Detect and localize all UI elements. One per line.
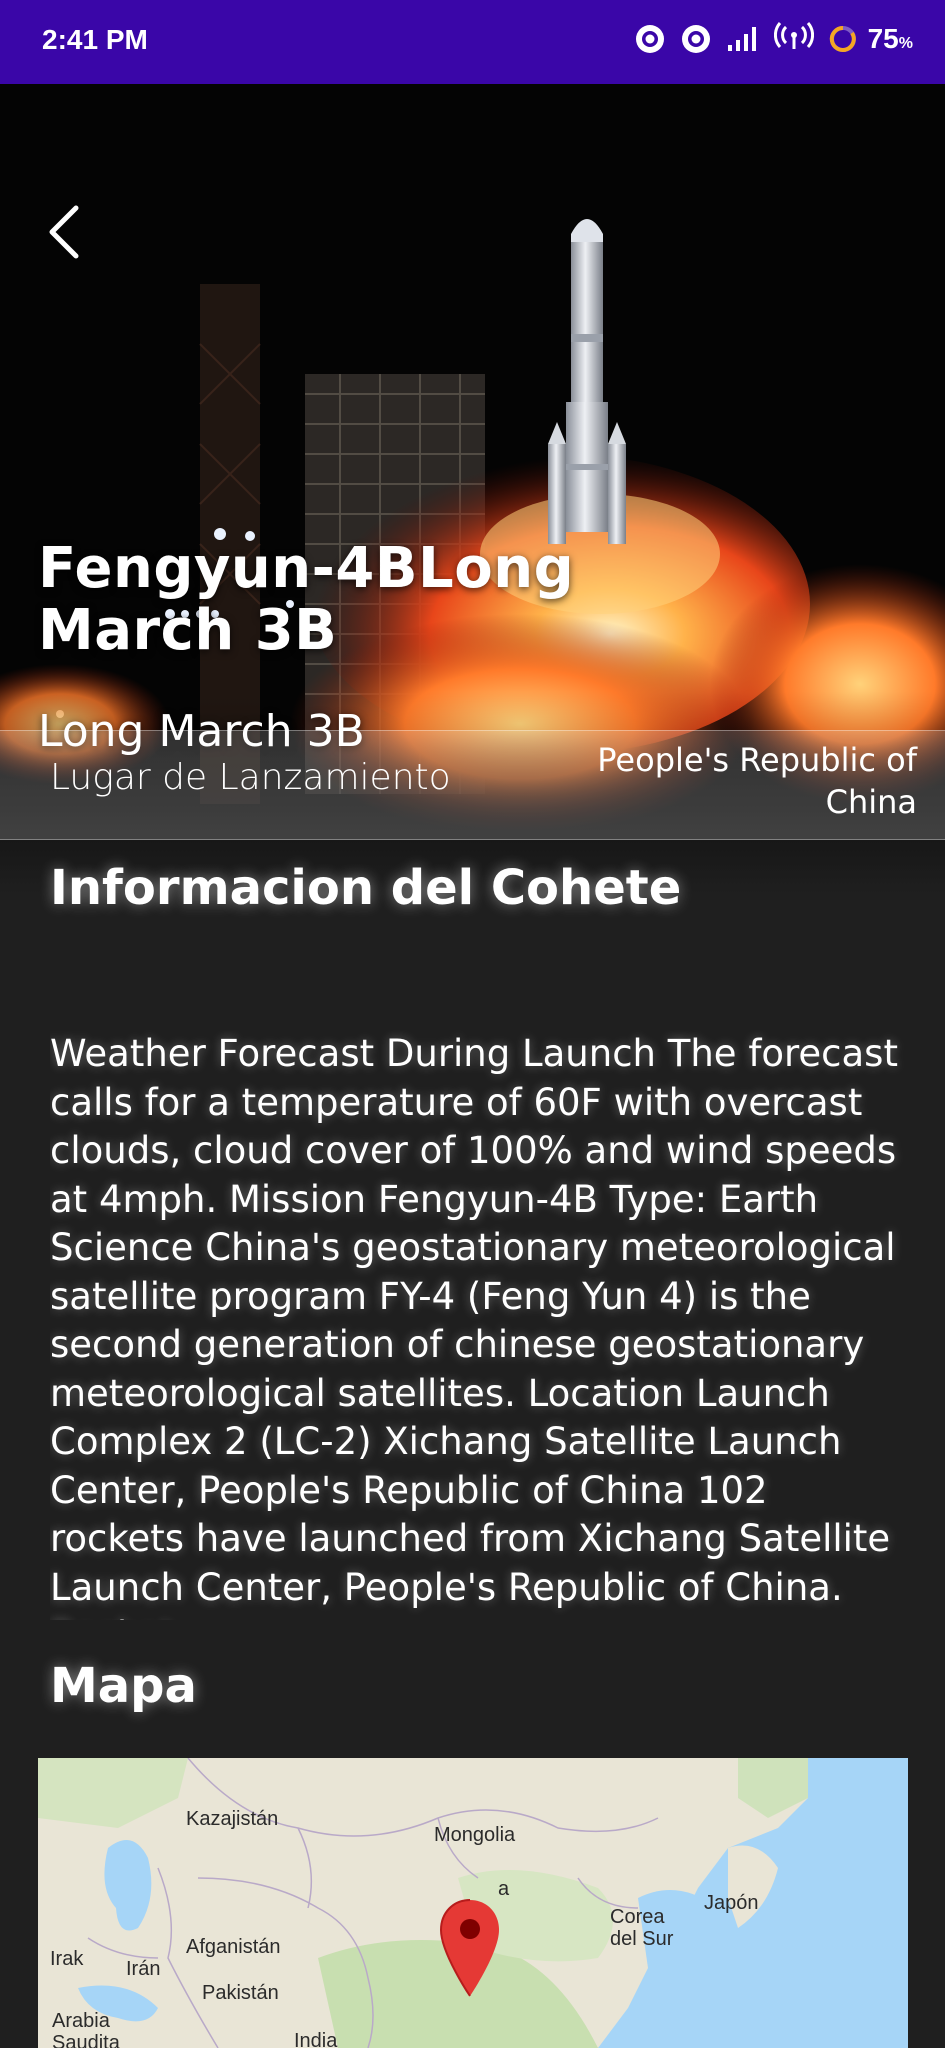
map-label-afghanistan: Afganistán — [186, 1936, 281, 1958]
notification-circle-icon — [681, 25, 710, 53]
battery-ring-icon — [829, 25, 856, 52]
back-arrow-icon[interactable] — [44, 202, 88, 262]
map-label-south-korea: Corea del Sur — [610, 1906, 674, 1950]
rocket-info-description[interactable]: Weather Forecast During Launch The forec… — [50, 1030, 910, 1620]
map-label-saudi-arabia: Arabia Saudita — [52, 2010, 120, 2048]
rocket-info-heading: Informacion del Cohete — [50, 860, 682, 916]
map-label-mongolia: Mongolia — [434, 1824, 516, 1846]
map-label-iran: Irán — [126, 1958, 161, 1980]
screen: 2:41 PM 75% Fengyun-4BLong March 3B Long… — [0, 0, 945, 2048]
notification-circle-icon — [635, 25, 664, 53]
battery-value: 75 — [867, 23, 899, 54]
launch-location-row: Lugar de Lanzamiento People's Republic o… — [0, 730, 945, 840]
map-view[interactable]: Kazajistán Mongolia a Corea del Sur Japó… — [38, 1758, 908, 2048]
map-label-iraq: Irak — [50, 1948, 84, 1970]
location-pin-icon[interactable] — [438, 1898, 502, 1998]
signal-bars-icon — [727, 27, 756, 51]
launch-location-value: People's Republic of China — [597, 741, 917, 821]
mission-title: Fengyun-4BLong March 3B — [38, 536, 575, 663]
battery-percentage: 75% — [868, 23, 913, 55]
map-label-india: India — [294, 2030, 338, 2048]
status-icons: 75% — [634, 22, 913, 56]
hotspot-icon — [773, 22, 814, 49]
battery-unit: % — [898, 35, 913, 52]
map-label-kazakhstan: Kazajistán — [186, 1808, 279, 1830]
map-heading: Mapa — [50, 1658, 197, 1714]
status-time: 2:41 PM — [42, 24, 148, 55]
map-label-pakistan: Pakistán — [202, 1982, 279, 2004]
status-bar: 2:41 PM 75% — [0, 0, 945, 84]
launch-location-label: Lugar de Lanzamiento — [50, 757, 451, 798]
map-label-japan: Japón — [704, 1892, 759, 1914]
